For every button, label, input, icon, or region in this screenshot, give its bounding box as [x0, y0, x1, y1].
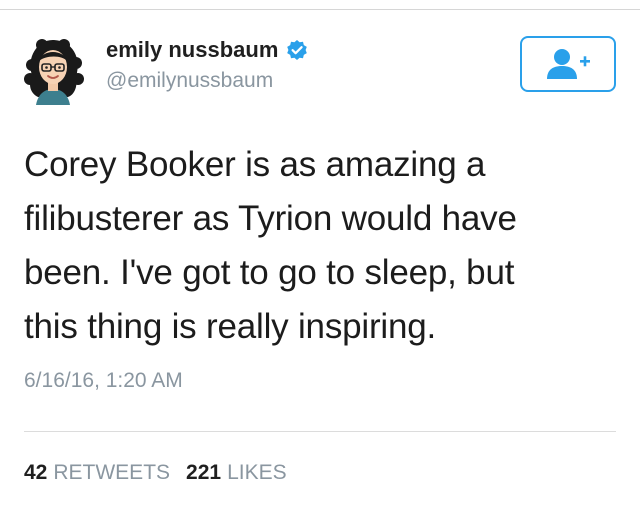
top-divider [0, 9, 640, 10]
add-user-icon [547, 49, 590, 79]
likes-label[interactable]: LIKES [227, 461, 287, 485]
display-name[interactable]: emily nussbaum [106, 37, 278, 63]
verified-badge-icon [286, 39, 308, 61]
tweet-text: Corey Booker is as amazing a filibustere… [24, 145, 517, 346]
cartoon-avatar-icon [24, 39, 84, 105]
retweets-count[interactable]: 42 [24, 461, 47, 485]
likes-count[interactable]: 221 [186, 461, 221, 485]
retweets-label[interactable]: RETWEETS [53, 461, 170, 485]
user-handle[interactable]: @emilynussbaum [106, 69, 273, 93]
follow-button[interactable] [520, 36, 616, 92]
avatar[interactable] [18, 35, 88, 105]
engagement-stats: 42 RETWEETS 221 LIKES [24, 461, 287, 485]
stats-divider [24, 431, 616, 432]
tweet-timestamp: 6/16/16, 1:20 AM [24, 369, 183, 392]
display-name-row[interactable]: emily nussbaum [106, 37, 308, 63]
